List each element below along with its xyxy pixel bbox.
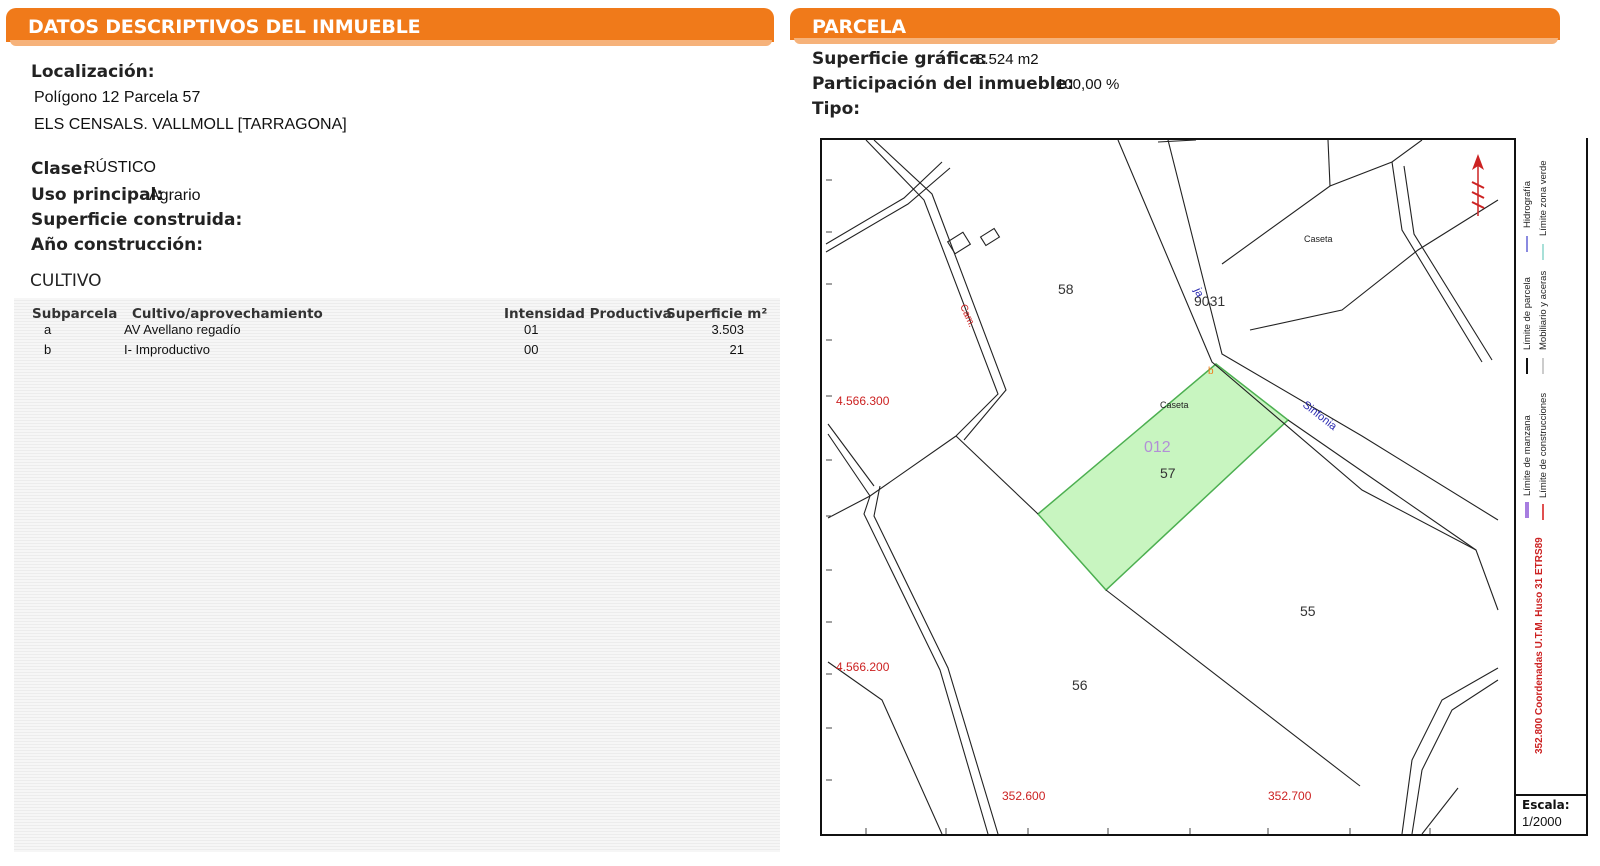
superficie-grafica-value: 3.524 m2 [976,51,1039,68]
col-header-superficie: Superficie m² [666,306,768,322]
cultivo-table: Subparcela Cultivo/aprovechamiento Inten… [14,298,780,852]
superficie-construida-label: Superficie construida: [31,210,243,230]
localizacion-label: Localización: [31,62,155,82]
col-header-intensidad: Intensidad Productiva [504,306,672,322]
road-label-sinfonia: Sinfonia [1300,399,1339,433]
legend-limite-construcciones-swatch [1542,504,1544,520]
subparcel-mark-b: b [1208,366,1214,377]
legend-hidrografia: Hidrografía [1522,180,1533,228]
parcel-number-57: 57 [1160,465,1176,481]
cell-subparcela: b [44,342,52,357]
cell-intensidad: 00 [524,342,539,357]
cell-cultivo: AV Avellano regadío [124,322,241,337]
legend-mobiliario-aceras: Mobiliario y aceras [1538,271,1549,350]
map-drawing: 58 9031 57 55 56 012 Caseta Caseta Sinfo… [825,140,1499,834]
north-arrow-icon [1471,154,1485,216]
left-header-underline [10,40,772,46]
legend-hidrografia-swatch [1526,236,1528,252]
cell-cultivo: I- Improductivo [124,342,210,357]
caseta-label-upper: Caseta [1304,234,1333,244]
cell-superficie: 21 [729,342,744,357]
legend-drawing: Límite de manzana Límite de parcela Hidr… [1522,160,1549,754]
legend-mobiliario-aceras-swatch [1542,358,1544,374]
scale-box: Escala: 1/2000 [1514,794,1586,834]
caseta-label-parcel: Caseta [1160,400,1189,410]
clase-value: RÚSTICO [84,159,156,176]
tipo-label: Tipo: [812,99,861,119]
right-header-title: PARCELA [812,16,906,38]
localizacion-line-1: Polígono 12 Parcela 57 [34,89,201,106]
coord-x-352600: 352.600 [1002,789,1046,803]
legend-limite-parcela: Límite de parcela [1522,276,1533,350]
clase-label: Clase: [31,159,90,179]
parcel-number-58: 58 [1058,281,1074,297]
cadastral-map[interactable]: 58 9031 57 55 56 012 Caseta Caseta Sinfo… [820,138,1588,836]
participacion-value: 100,00 % [1056,76,1120,93]
legend-limite-manzana: Límite de manzana [1522,414,1533,496]
legend-limite-zona-verde: Límite zona verde [1538,160,1549,236]
legend-utm-coordinates: 352.800 Coordenadas U.T.M. Huso 31 ETRS8… [1534,537,1545,754]
cell-subparcela: a [44,322,52,337]
parcel-number-55: 55 [1300,603,1316,619]
coord-y-4566300: 4.566.300 [836,394,890,408]
coord-x-352700: 352.700 [1268,789,1312,803]
scale-value: 1/2000 [1522,814,1562,829]
localizacion-line-2: ELS CENSALS. VALLMOLL [TARRAGONA] [34,116,347,133]
left-header-title: DATOS DESCRIPTIVOS DEL INMUEBLE [28,16,421,38]
participacion-label: Participación del inmueble: [812,74,1075,94]
superficie-grafica-label: Superficie gráfica: [812,49,988,69]
right-section-header: PARCELA [790,8,1560,40]
cultivo-title: CULTIVO [30,271,102,291]
legend-limite-manzana-swatch [1525,502,1529,518]
legend-limite-zona-verde-swatch [1542,244,1544,260]
scale-label: Escala: [1522,798,1570,812]
cell-superficie: 3.503 [711,322,744,337]
uso-principal-label: Uso principal: [31,185,164,205]
legend-limite-parcela-swatch [1526,358,1528,374]
col-header-subparcela: Subparcela [32,306,118,322]
map-legend: Límite de manzana Límite de parcela Hidr… [1514,138,1586,794]
cell-intensidad: 01 [524,322,539,337]
right-header-underline [794,38,1558,44]
zone-code: 012 [1144,439,1171,456]
anio-construccion-label: Año construcción: [31,235,204,255]
coord-y-4566200: 4.566.200 [836,660,890,674]
legend-limite-construcciones: Límite de construcciones [1538,393,1549,498]
uso-principal-value: Agrario [149,187,201,204]
col-header-cultivo: Cultivo/aprovechamiento [132,306,323,322]
left-section-header: DATOS DESCRIPTIVOS DEL INMUEBLE [6,8,774,42]
parcel-number-56: 56 [1072,677,1088,693]
